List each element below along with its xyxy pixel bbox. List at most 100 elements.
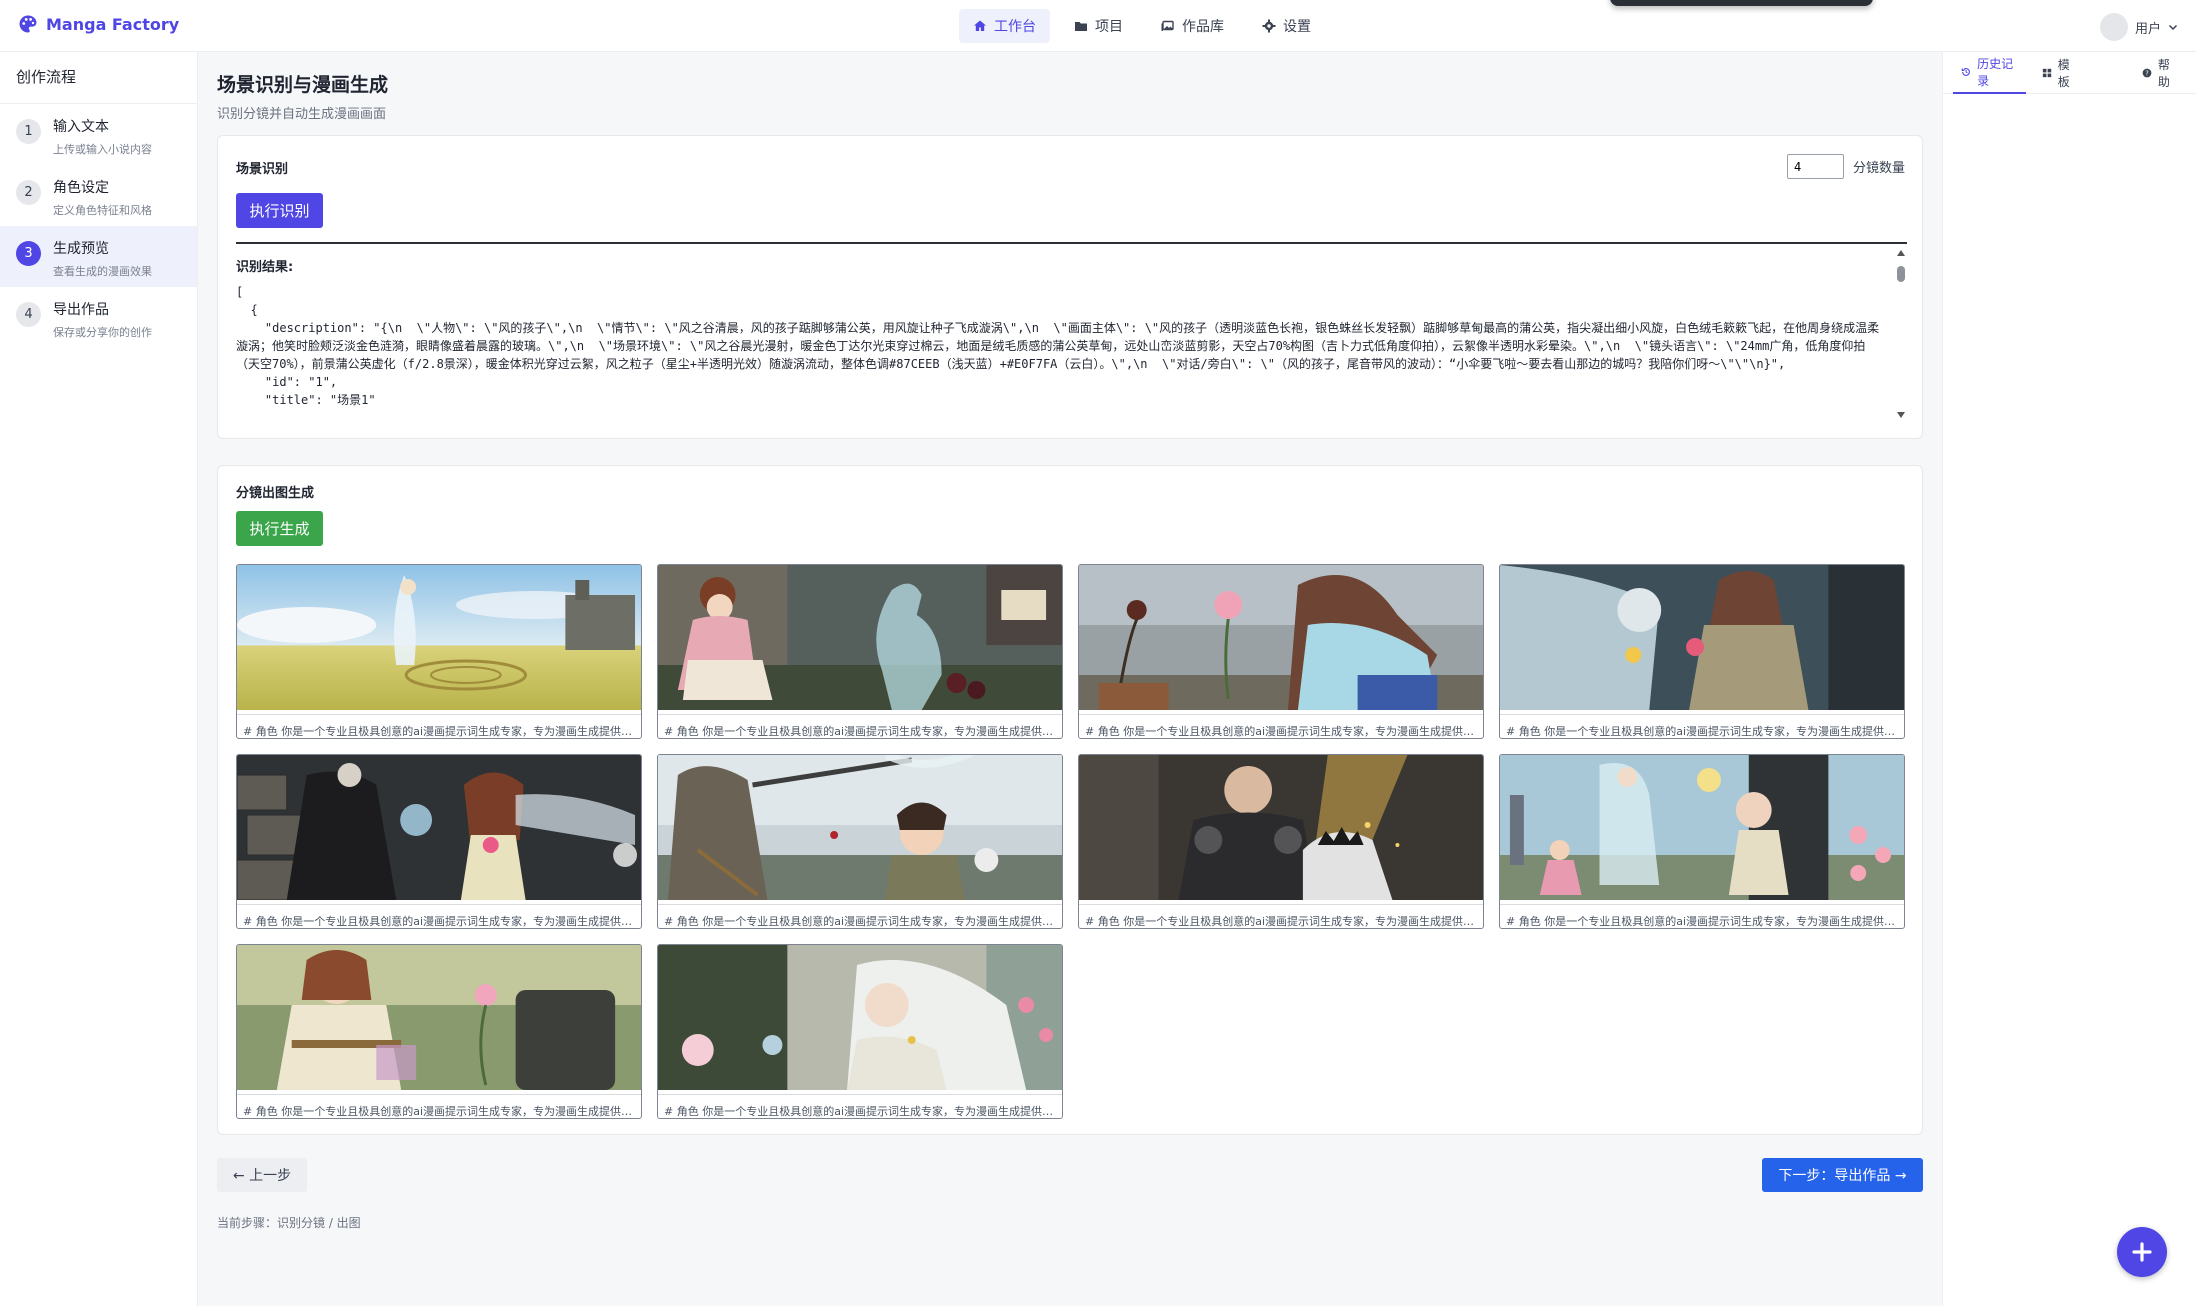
step-number: 2 (16, 180, 41, 205)
user-menu[interactable]: 用户 (2100, 13, 2178, 41)
panel-card-7[interactable]: # 角色 你是一个专业且极具创意的ai漫画提示词生成专家，专为漫画生成提供精准、… (1078, 754, 1484, 929)
page-subtitle: 识别分镜并自动生成漫画画面 (217, 107, 387, 122)
next-step-button[interactable]: 下一步：导出作品 → (1762, 1158, 1923, 1192)
gear-icon (1262, 19, 1276, 33)
panel-card-9[interactable]: # 角色 你是一个专业且极具创意的ai漫画提示词生成专家，专为漫画生成提供精准、… (236, 944, 642, 1119)
step-input-text[interactable]: 1 输入文本 上传或输入小说内容 (0, 104, 197, 165)
sidebar-title: 创作流程 (0, 52, 197, 104)
panel-card-10[interactable]: # 角色 你是一个专业且极具创意的ai漫画提示词生成专家，专为漫画生成提供精准、… (657, 944, 1063, 1119)
nav-gallery[interactable]: 作品库 (1147, 9, 1238, 43)
step-description: 上传或输入小说内容 (53, 143, 152, 156)
recognition-result: 识别结果: [ { "description": "{\n \"人物\": \"… (236, 242, 1907, 420)
card-title: 分镜出图生成 (236, 486, 315, 501)
nav-settings[interactable]: 设置 (1248, 9, 1325, 43)
panel-caption: # 角色 你是一个专业且极具创意的ai漫画提示词生成专家，专为漫画生成提供精准、… (237, 1094, 641, 1118)
panel-image (1079, 565, 1483, 710)
step-description: 定义角色特征和风格 (53, 204, 152, 217)
step-description: 保存或分享你的创作 (53, 326, 152, 339)
scroll-thumb[interactable] (1897, 266, 1905, 282)
step-export[interactable]: 4 导出作品 保存或分享你的创作 (0, 287, 197, 348)
panel-caption: # 角色 你是一个专业且极具创意的ai漫画提示词生成专家，专为漫画生成提供精准、… (658, 904, 1062, 928)
result-scrollbar[interactable] (1895, 250, 1907, 418)
result-label: 识别结果: (236, 260, 294, 275)
panel-image (658, 755, 1062, 900)
panel-card-4[interactable]: # 角色 你是一个专业且极具创意的ai漫画提示词生成专家，专为漫画生成提供精准、… (1499, 564, 1905, 739)
scroll-down-arrow[interactable] (1897, 412, 1905, 418)
main-content: 场景识别与漫画生成 识别分镜并自动生成漫画画面 (217, 70, 1923, 122)
step-label: 角色设定 (53, 180, 109, 196)
step-number: 4 (16, 302, 41, 327)
home-icon (974, 20, 986, 31)
panel-image (237, 755, 641, 901)
tab-templates[interactable]: 模板 (2034, 52, 2086, 94)
panel-image (237, 565, 641, 710)
scroll-up-arrow[interactable] (1897, 250, 1905, 256)
scene-count-label: 分镜数量 (1852, 161, 1905, 176)
panel-image (658, 945, 1062, 1090)
gallery-icon (1161, 20, 1174, 31)
history-icon (1961, 67, 1970, 76)
nav-projects[interactable]: 项目 (1060, 9, 1137, 43)
avatar (2100, 13, 2128, 41)
step-label: 导出作品 (53, 302, 109, 318)
step-character-setup[interactable]: 2 角色设定 定义角色特征和风格 (0, 165, 197, 226)
scene-count-input[interactable] (1786, 154, 1844, 179)
step-description: 查看生成的漫画效果 (53, 265, 152, 278)
run-recognition-button[interactable]: 执行识别 (236, 193, 323, 228)
tab-label: 模板 (2057, 57, 2070, 89)
card-title: 场景识别 (236, 162, 289, 177)
scene-count: 分镜数量 (1786, 154, 1905, 179)
plus-icon (2132, 1242, 2152, 1262)
current-step-label: 当前步骤：识别分镜 / 出图 (217, 1216, 361, 1230)
panel-image (1500, 565, 1904, 710)
prev-step-button[interactable]: ← 上一步 (217, 1158, 307, 1192)
folder-icon (1075, 22, 1087, 31)
palette-icon (19, 15, 37, 33)
step-number: 1 (16, 119, 41, 144)
panel-card-5[interactable]: # 角色 你是一个专业且极具创意的ai漫画提示词生成专家，专为漫画生成提供精准、… (236, 754, 642, 929)
panel-card-1[interactable]: # 角色 你是一个专业且极具创意的ai漫画提示词生成专家，专为漫画生成提供精准、… (236, 564, 642, 739)
scene-recognition-card: 场景识别 分镜数量 执行识别 识别结果: [ { "description": … (217, 135, 1923, 439)
panel-caption: # 角色 你是一个专业且极具创意的ai漫画提示词生成专家，专为漫画生成提供精准、… (237, 714, 641, 738)
result-json[interactable]: [ { "description": "{\n \"人物\": \"风的孩子\"… (236, 283, 1886, 413)
nav-label: 设置 (1283, 19, 1311, 35)
panel-generation-card: 分镜出图生成 执行生成 # 角色 你是一个专业且极具创意的ai漫画提示词生成专家… (217, 465, 1923, 1135)
page-title: 场景识别与漫画生成 (217, 74, 389, 96)
tab-label: 帮助 (2157, 57, 2170, 89)
add-fab-button[interactable] (2117, 1227, 2167, 1277)
nav-label: 项目 (1095, 19, 1123, 35)
panel-caption: # 角色 你是一个专业且极具创意的ai漫画提示词生成专家，专为漫画生成提供精准、… (237, 904, 641, 928)
main-nav: 工作台 项目 作品库 设置 (959, 9, 1325, 43)
help-icon: ? (2142, 68, 2152, 77)
panel-grid: # 角色 你是一个专业且极具创意的ai漫画提示词生成专家，专为漫画生成提供精准、… (236, 564, 1905, 1119)
tab-help[interactable]: ? 帮助 (2134, 52, 2186, 94)
right-panel-tabs: 历史记录 模板 ? 帮助 (1943, 52, 2196, 94)
panel-card-2[interactable]: # 角色 你是一个专业且极具创意的ai漫画提示词生成专家，专为漫画生成提供精准、… (657, 564, 1063, 739)
panel-caption: # 角色 你是一个专业且极具创意的ai漫画提示词生成专家，专为漫画生成提供精准、… (1500, 714, 1904, 738)
step-label: 生成预览 (53, 241, 109, 257)
panel-image (237, 945, 641, 1090)
brand[interactable]: Manga Factory (18, 14, 179, 34)
panel-image (1500, 755, 1904, 900)
panel-caption: # 角色 你是一个专业且极具创意的ai漫画提示词生成专家，专为漫画生成提供精准、… (658, 1094, 1062, 1118)
nav-label: 作品库 (1182, 19, 1224, 35)
panel-card-8[interactable]: # 角色 你是一个专业且极具创意的ai漫画提示词生成专家，专为漫画生成提供精准、… (1499, 754, 1905, 929)
tab-history[interactable]: 历史记录 (1953, 52, 2026, 94)
workflow-sidebar: 创作流程 1 输入文本 上传或输入小说内容 2 角色设定 定义角色特征和风格 3… (0, 52, 198, 1306)
app-name: Manga Factory (46, 14, 180, 34)
panel-caption: # 角色 你是一个专业且极具创意的ai漫画提示词生成专家，专为漫画生成提供精准、… (1079, 714, 1483, 738)
nav-workbench[interactable]: 工作台 (959, 9, 1050, 43)
panel-caption: # 角色 你是一个专业且极具创意的ai漫画提示词生成专家，专为漫画生成提供精准、… (658, 714, 1062, 738)
step-number: 3 (16, 241, 41, 266)
panel-image (658, 565, 1062, 710)
step-generate-preview[interactable]: 3 生成预览 查看生成的漫画效果 (0, 226, 197, 287)
chevron-down-icon (2168, 24, 2178, 31)
panel-card-3[interactable]: # 角色 你是一个专业且极具创意的ai漫画提示词生成专家，专为漫画生成提供精准、… (1078, 564, 1484, 739)
user-label: 用户 (2135, 21, 2162, 37)
grid-icon (2042, 68, 2051, 77)
tab-label: 历史记录 (1977, 56, 2014, 88)
step-label: 输入文本 (53, 119, 109, 135)
panel-image (1079, 755, 1483, 900)
panel-card-6[interactable]: # 角色 你是一个专业且极具创意的ai漫画提示词生成专家，专为漫画生成提供精准、… (657, 754, 1063, 929)
run-generation-button[interactable]: 执行生成 (236, 511, 323, 546)
